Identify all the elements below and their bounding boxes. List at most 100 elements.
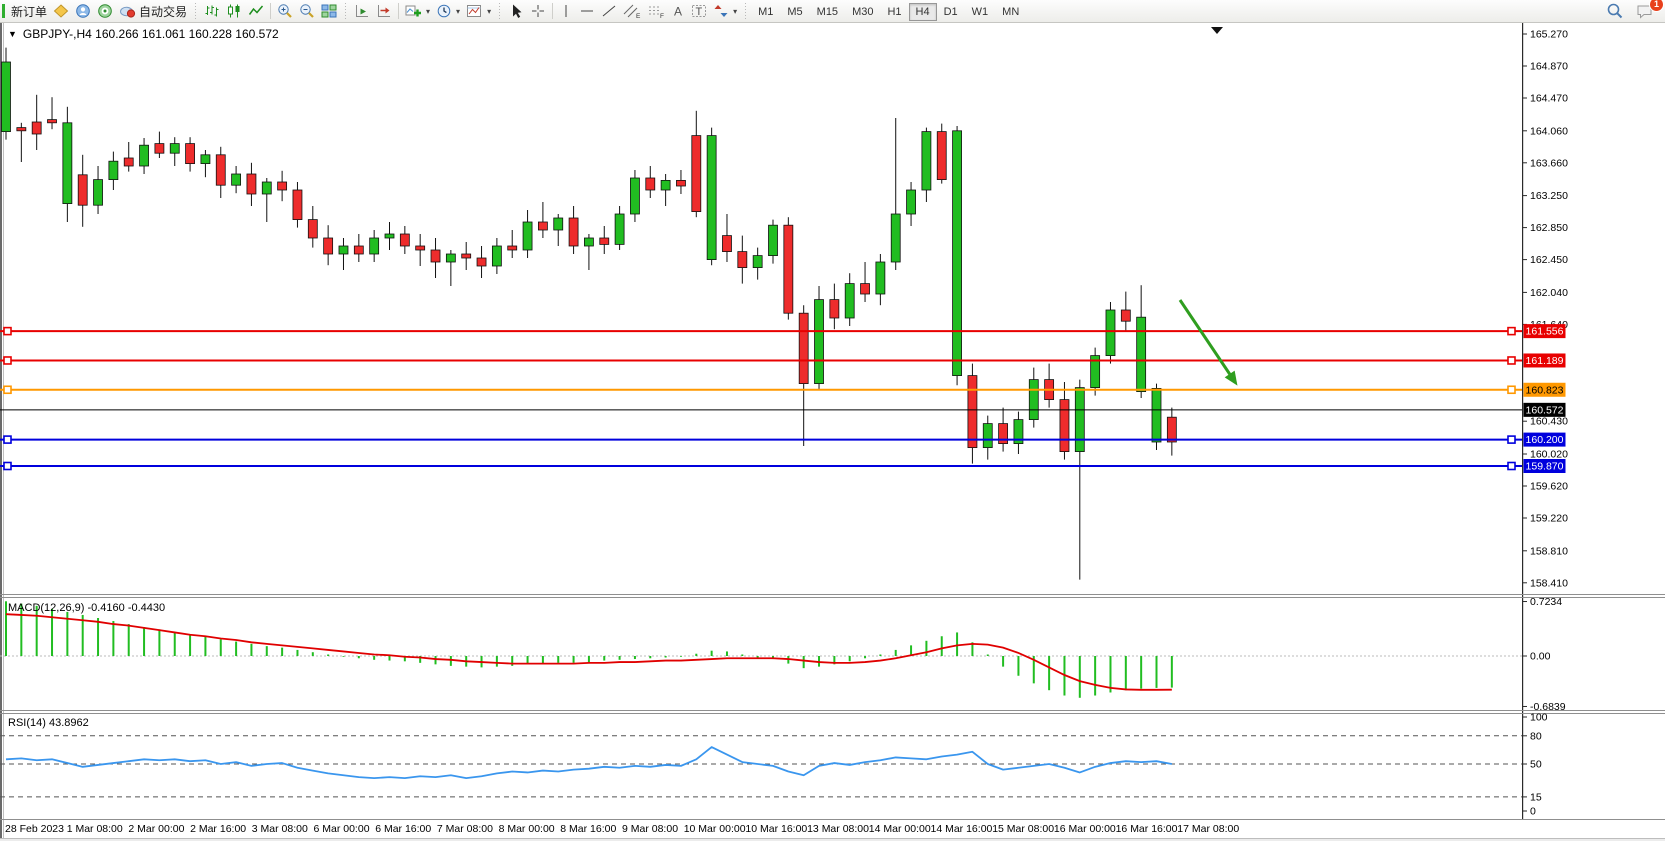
candle: [922, 132, 931, 190]
timeframe-group: M1M5M15M30H1H4D1W1MN: [751, 2, 1026, 20]
date-tick-label: 9 Mar 08:00: [622, 823, 678, 835]
resistance-line-1-handle[interactable]: [1508, 328, 1515, 335]
candle: [155, 144, 164, 154]
auto-scroll-button[interactable]: [351, 1, 373, 21]
chart-shift-button[interactable]: [373, 1, 395, 21]
indicators-button[interactable]: ▾: [402, 1, 433, 21]
cursor-button[interactable]: [505, 1, 527, 21]
text-label-button[interactable]: T: [688, 1, 710, 21]
fibonacci-button[interactable]: F: [644, 1, 668, 21]
svg-text:E: E: [636, 13, 641, 19]
timeframe-W1[interactable]: W1: [965, 3, 996, 21]
candle: [462, 254, 471, 258]
toolbar-separator: [398, 3, 399, 19]
candlestick-icon: [226, 3, 242, 19]
candle: [247, 174, 256, 194]
candle: [78, 175, 87, 205]
timeframe-H1[interactable]: H1: [880, 3, 908, 21]
svg-text:F: F: [660, 13, 664, 19]
date-tick-label: 8 Mar 16:00: [560, 823, 616, 835]
candle: [94, 180, 103, 206]
trendline-button[interactable]: [598, 1, 620, 21]
timeframe-M30[interactable]: M30: [845, 3, 880, 21]
resistance-line-1-handle[interactable]: [4, 328, 11, 335]
candle: [907, 190, 916, 214]
chevron-down-icon: ▾: [733, 7, 737, 16]
candle: [508, 246, 517, 250]
svg-text:160.200: 160.200: [1526, 434, 1564, 446]
community-icon: [75, 3, 91, 19]
chart-window: 165.270164.870164.470164.060163.660163.2…: [0, 23, 1665, 841]
autotrading-button[interactable]: 自动交易: [116, 1, 190, 21]
timeframe-M1[interactable]: M1: [751, 3, 780, 21]
candle: [891, 214, 900, 262]
zoom-out-button[interactable]: [296, 1, 318, 21]
candlestick-button[interactable]: [223, 1, 245, 21]
metaeditor-button[interactable]: [50, 1, 72, 21]
support-line-2-handle[interactable]: [4, 463, 11, 470]
timeframe-D1[interactable]: D1: [937, 3, 965, 21]
vertical-line-button[interactable]: [556, 1, 576, 21]
candle: [48, 120, 57, 123]
horizontal-line-button[interactable]: [576, 1, 598, 21]
candle: [1167, 417, 1176, 442]
bar-chart-icon: [204, 3, 220, 19]
channel-button[interactable]: E: [620, 1, 644, 21]
date-tick-label: 6 Mar 16:00: [375, 823, 431, 835]
periods-button[interactable]: ▾: [433, 1, 463, 21]
pivot-line-handle[interactable]: [1508, 386, 1515, 393]
chart-background: [0, 23, 1665, 841]
chevron-down-icon: ▾: [456, 7, 460, 16]
text-button[interactable]: A: [668, 1, 688, 21]
support-line-1-handle[interactable]: [4, 436, 11, 443]
resistance-line-2-handle[interactable]: [1508, 357, 1515, 364]
candle: [278, 182, 287, 190]
timeframe-MN[interactable]: MN: [995, 3, 1026, 21]
line-chart-button[interactable]: [245, 1, 267, 21]
cursor-arrow-icon: [508, 3, 524, 19]
candle: [1106, 310, 1115, 356]
candle: [584, 238, 593, 246]
bar-chart-button[interactable]: [201, 1, 223, 21]
chat-button[interactable]: 1: [1633, 1, 1657, 21]
arrows-button[interactable]: ▾: [710, 1, 740, 21]
date-tick-label: 17 Mar 08:00: [1177, 823, 1239, 835]
toolbar-grip: [743, 3, 748, 19]
date-tick-label: 6 Mar 00:00: [314, 823, 370, 835]
horizontal-line-icon: [579, 3, 595, 19]
toolbar: 新订单 自动交易 ▾ ▾ ▾ E F A T ▾ M1M5M15M30H1H4D…: [0, 0, 1665, 23]
price-tick-label: 165.270: [1530, 29, 1568, 41]
support-line-1-handle[interactable]: [1508, 436, 1515, 443]
candle: [416, 246, 425, 250]
tile-windows-icon: [321, 3, 337, 19]
date-axis[interactable]: 28 Feb 20231 Mar 08:002 Mar 00:002 Mar 1…: [5, 823, 1239, 835]
equidistant-channel-icon: E: [623, 3, 641, 19]
price-tick-label: 158.810: [1530, 545, 1568, 557]
candle: [815, 300, 824, 384]
candle: [1060, 400, 1069, 452]
zoom-in-icon: [277, 3, 293, 19]
candle: [201, 155, 210, 164]
candle: [554, 218, 563, 230]
timeframe-H4[interactable]: H4: [909, 3, 937, 21]
crosshair-button[interactable]: [527, 1, 549, 21]
support-line-2-handle[interactable]: [1508, 463, 1515, 470]
signals-button[interactable]: [94, 1, 116, 21]
new-order-button[interactable]: 新订单: [8, 1, 50, 21]
search-button[interactable]: [1603, 1, 1627, 21]
candle: [339, 246, 348, 254]
chevron-down-icon: ▾: [487, 7, 491, 16]
community-button[interactable]: [72, 1, 94, 21]
tile-windows-button[interactable]: [318, 1, 340, 21]
timeframe-M15[interactable]: M15: [810, 3, 845, 21]
resistance-line-2-handle[interactable]: [4, 357, 11, 364]
timeframe-M5[interactable]: M5: [780, 3, 809, 21]
candle: [400, 234, 409, 246]
candle: [216, 155, 225, 185]
templates-button[interactable]: ▾: [463, 1, 494, 21]
zoom-out-icon: [299, 3, 315, 19]
price-tick-label: 163.250: [1530, 190, 1568, 202]
zoom-in-button[interactable]: [274, 1, 296, 21]
pivot-line-handle[interactable]: [4, 386, 11, 393]
chart-canvas[interactable]: 165.270164.870164.470164.060163.660163.2…: [0, 23, 1665, 841]
